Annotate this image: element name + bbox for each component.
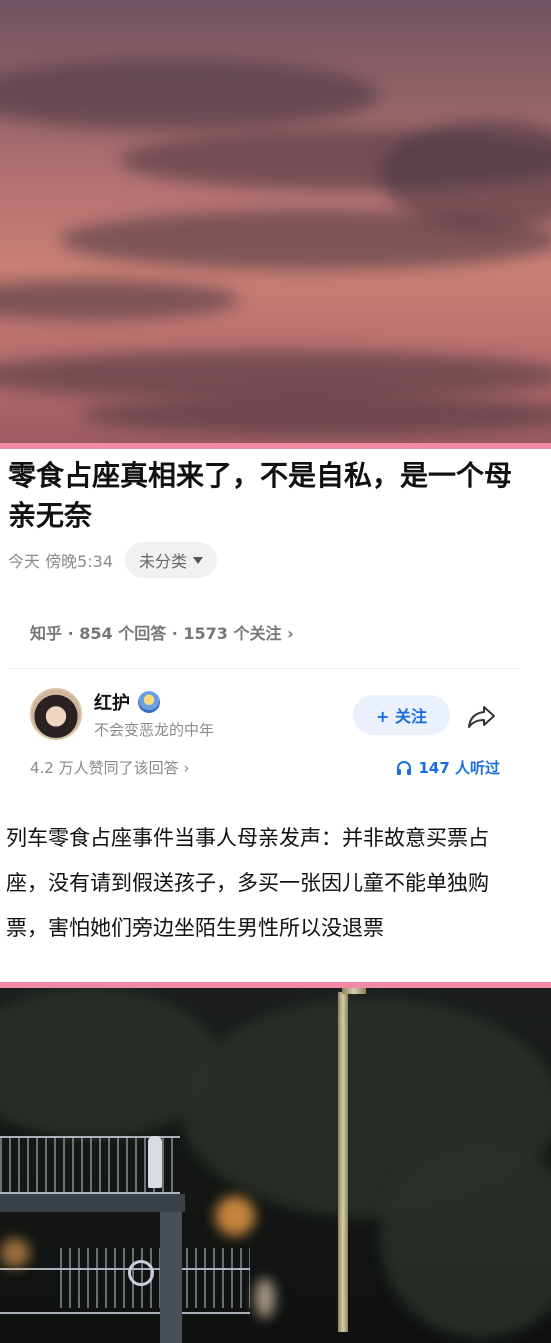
- category-dropdown[interactable]: 未分类: [125, 542, 218, 578]
- divider: [10, 668, 520, 669]
- follow-button[interactable]: + 关注: [353, 695, 450, 735]
- author-name: 红护: [94, 692, 130, 714]
- triangle-down-icon: [193, 556, 204, 564]
- avatar[interactable]: [30, 688, 82, 740]
- article-meta: 今天 傍晚5:34 未分类: [8, 542, 218, 578]
- category-label: 未分类: [139, 552, 188, 571]
- answer-stats: 4.2 万人赞同了该回答 › 147 人听过: [30, 757, 500, 778]
- listen-text: 147 人听过: [418, 759, 500, 777]
- question-source-link[interactable]: 知乎 · 854 个回答 · 1573 个关注 ›: [30, 620, 294, 644]
- agree-count[interactable]: 4.2 万人赞同了该回答 ›: [30, 757, 189, 778]
- badge-icon: [138, 690, 160, 713]
- publish-time: 今天 傍晚5:34: [8, 552, 114, 571]
- article-title: 零食占座真相来了，不是自私，是一个母亲无奈: [8, 459, 513, 532]
- answer-body: 列车零食占座事件当事人母亲发声：并非故意买票占座，没有请到假送孩子，多买一张因儿…: [6, 826, 489, 940]
- author-block[interactable]: 红护 不会变恶龙的中年: [30, 688, 214, 740]
- share-arrow-icon[interactable]: [466, 700, 498, 732]
- listen-count[interactable]: 147 人听过: [396, 757, 500, 778]
- night-street-image: [0, 988, 551, 1343]
- headphones-icon: [397, 760, 412, 775]
- top-divider: [0, 443, 551, 449]
- author-bio: 不会变恶龙的中年: [94, 720, 215, 739]
- follow-label: + 关注: [376, 707, 427, 726]
- sunset-sky-image: [0, 0, 551, 445]
